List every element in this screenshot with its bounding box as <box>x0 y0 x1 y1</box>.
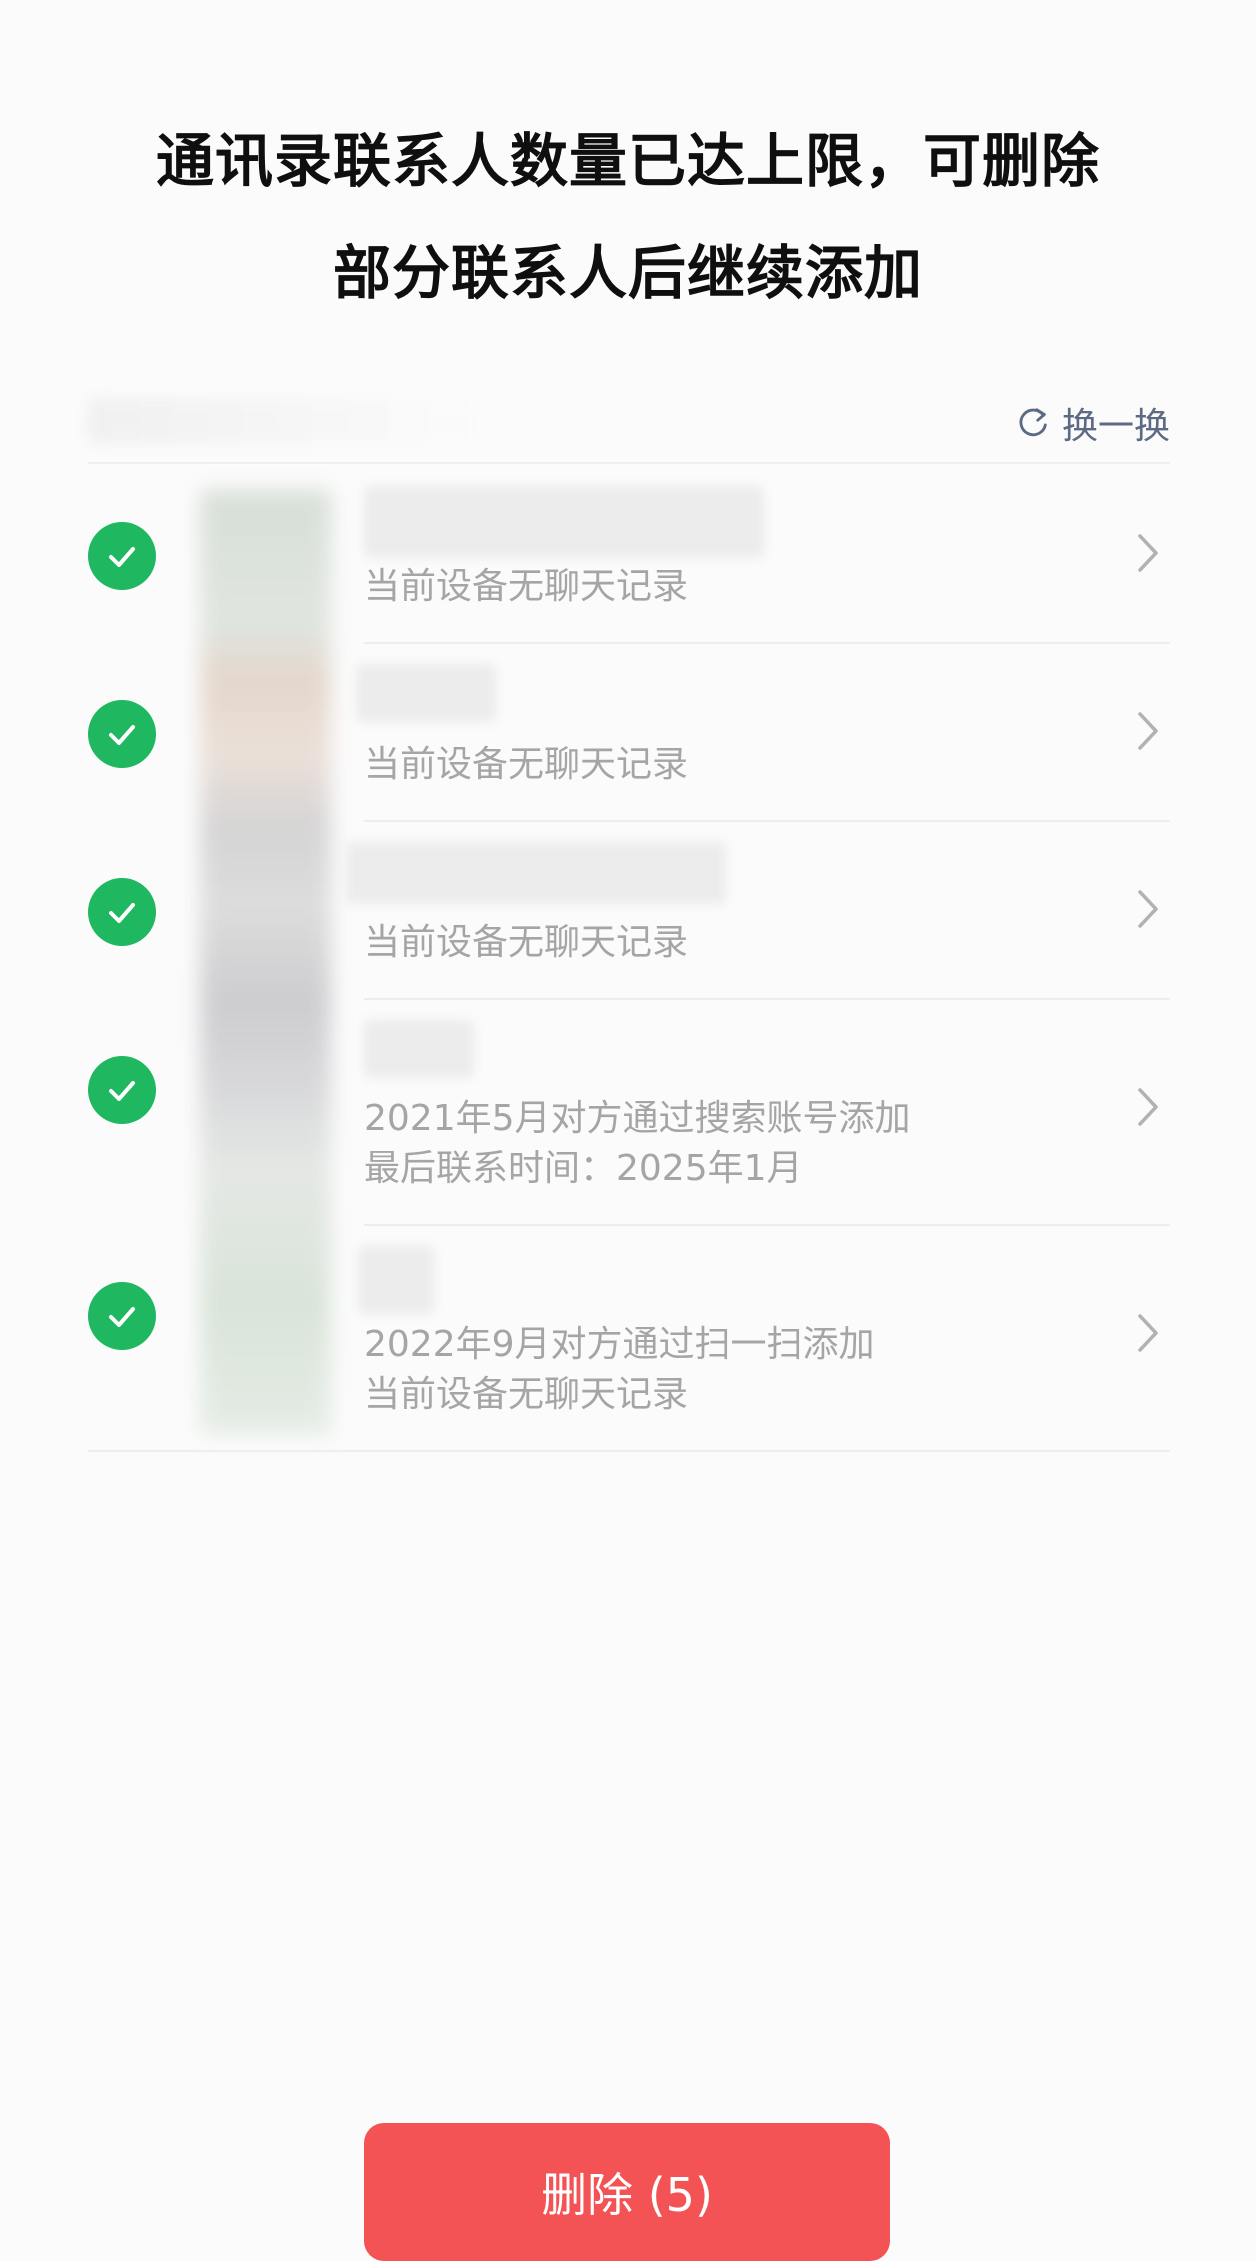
contact-row-body: 2021年5月对方通过搜索账号添加 最后联系时间：2025年1月 <box>364 1000 1170 1226</box>
contact-row-body: 2022年9月对方通过扫一扫添加 当前设备无聊天记录 <box>358 1226 1170 1452</box>
chevron-right-icon[interactable] <box>1132 886 1162 932</box>
contact-name-redacted <box>364 486 764 558</box>
contact-row-body: 当前设备无聊天记录 <box>364 466 1170 644</box>
chevron-right-icon[interactable] <box>1132 708 1162 754</box>
contact-name-redacted <box>358 1246 434 1314</box>
section-label-redacted <box>88 398 488 444</box>
page-title: 通讯录联系人数量已达上限，可删除 部分联系人后继续添加 <box>0 105 1256 329</box>
refresh-button[interactable]: 换一换 <box>1014 398 1170 448</box>
contact-row-body: 当前设备无聊天记录 <box>356 644 1170 822</box>
chevron-right-icon[interactable] <box>1132 530 1162 576</box>
title-line-2: 部分联系人后继续添加 <box>332 239 923 307</box>
contact-row[interactable]: 2022年9月对方通过扫一扫添加 当前设备无聊天记录 <box>88 1226 1170 1452</box>
contact-name-redacted <box>364 1020 474 1078</box>
contact-last-contact: 最后联系时间：2025年1月 <box>364 1148 803 1189</box>
chevron-right-icon[interactable] <box>1132 1310 1162 1356</box>
contact-added-info: 2021年5月对方通过搜索账号添加 <box>364 1098 911 1139</box>
refresh-label: 换一换 <box>1061 406 1170 447</box>
contact-row[interactable]: 当前设备无聊天记录 <box>88 466 1170 644</box>
refresh-icon <box>1019 408 1047 437</box>
checked-icon[interactable] <box>88 1056 156 1124</box>
checked-icon[interactable] <box>88 522 156 590</box>
list-bottom-divider <box>88 1450 1170 1452</box>
contact-list: 当前设备无聊天记录 当前设备无聊天记录 当前设备无聊天记录 2021年5月对方通… <box>88 466 1170 1452</box>
contact-row[interactable]: 2021年5月对方通过搜索账号添加 最后联系时间：2025年1月 <box>88 1000 1170 1226</box>
chevron-right-icon[interactable] <box>1132 1084 1162 1130</box>
contact-name-redacted <box>346 842 726 904</box>
contact-row[interactable]: 当前设备无聊天记录 <box>88 644 1170 822</box>
contact-detail: 当前设备无聊天记录 <box>364 1374 689 1415</box>
contact-row-body: 当前设备无聊天记录 <box>346 822 1170 1000</box>
checked-icon[interactable] <box>88 878 156 946</box>
delete-button[interactable]: 删除 (5) <box>364 2123 890 2261</box>
checked-icon[interactable] <box>88 1282 156 1350</box>
contact-detail: 当前设备无聊天记录 <box>364 744 689 785</box>
contact-detail: 当前设备无聊天记录 <box>364 922 689 963</box>
title-line-1: 通讯录联系人数量已达上限，可删除 <box>155 127 1100 195</box>
contact-name-redacted <box>356 664 496 722</box>
contact-detail: 当前设备无聊天记录 <box>364 566 689 607</box>
checked-icon[interactable] <box>88 700 156 768</box>
section-header: 换一换 <box>88 390 1170 464</box>
contact-row[interactable]: 当前设备无聊天记录 <box>88 822 1170 1000</box>
contact-added-info: 2022年9月对方通过扫一扫添加 <box>364 1324 875 1365</box>
